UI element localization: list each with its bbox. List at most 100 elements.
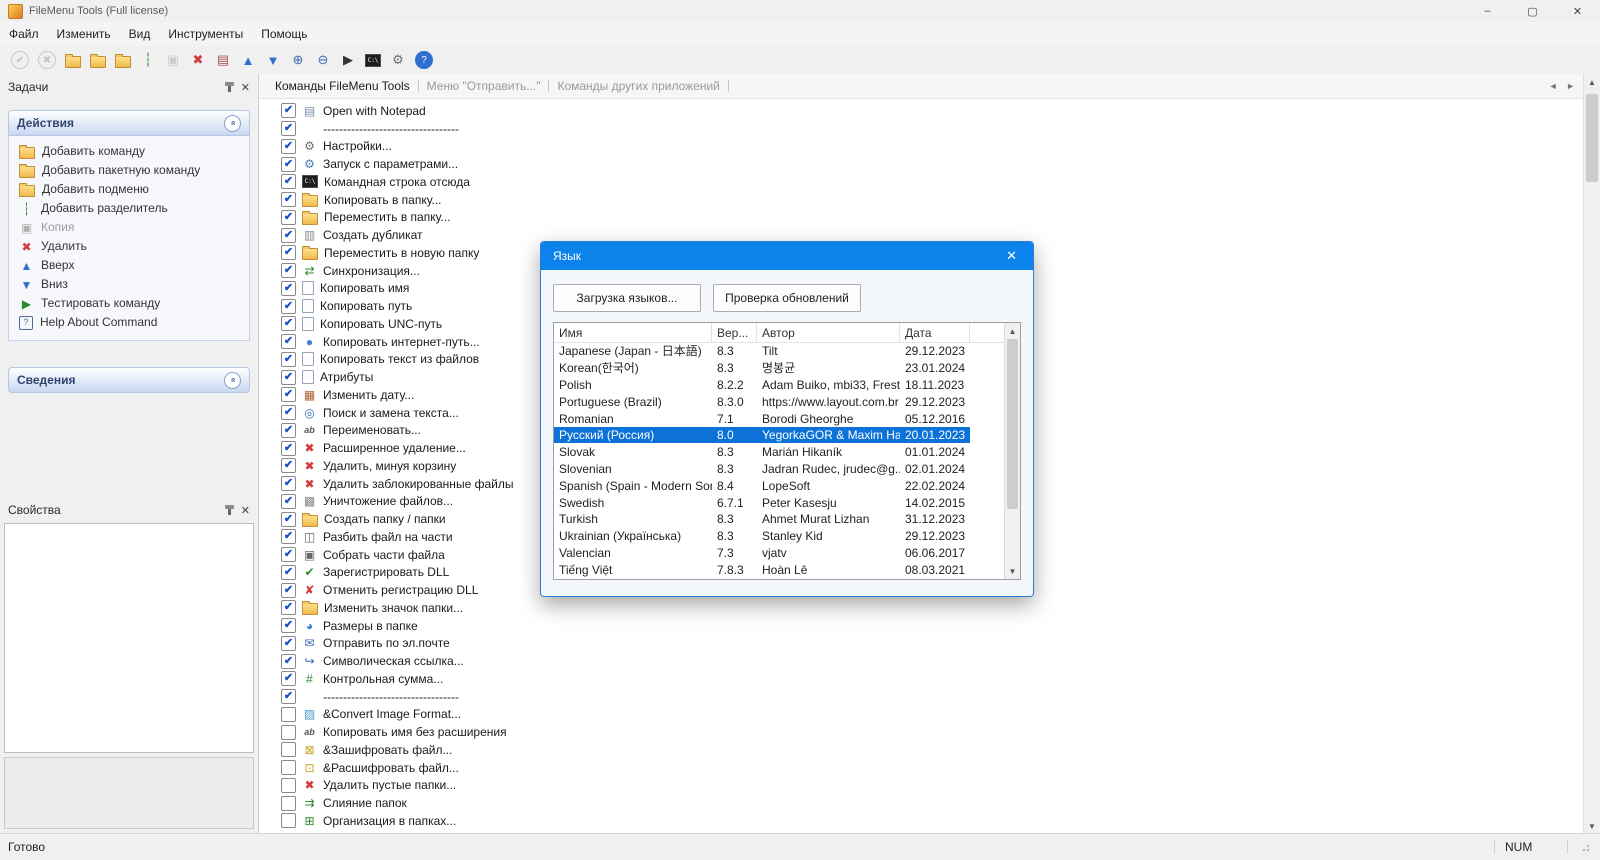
download-languages-button[interactable]: Загрузка языков... bbox=[553, 284, 701, 312]
language-row[interactable]: Japanese (Japan - 日本語) 8.3 Tilt 29.12.2023 bbox=[554, 343, 1020, 360]
add-command-icon[interactable] bbox=[62, 49, 84, 71]
pin-icon[interactable] bbox=[224, 81, 234, 92]
collapse-all-icon[interactable]: ⊖ bbox=[312, 49, 334, 71]
table-scrollbar[interactable]: ▲ ▼ bbox=[1004, 323, 1020, 579]
tree-item[interactable]: ✖ Удалить пустые папки... bbox=[281, 777, 1584, 795]
action-item[interactable]: ? Help About Command bbox=[9, 313, 249, 332]
tab-0[interactable]: Команды FileMenu Tools bbox=[267, 79, 418, 93]
language-row[interactable]: Korean(한국어) 8.3 명봉균 23.01.2024 bbox=[554, 360, 1020, 377]
language-row[interactable]: Valencian 7.3 vjatv 06.06.2017 bbox=[554, 545, 1020, 562]
actions-section-header[interactable]: Действия » bbox=[8, 110, 250, 136]
tree-item[interactable]: ✔ # Контрольная сумма... bbox=[281, 670, 1584, 688]
expand-all-icon[interactable]: ⊕ bbox=[287, 49, 309, 71]
menu-item[interactable]: Инструменты bbox=[159, 22, 252, 46]
language-row[interactable]: Turkish 8.3 Ahmet Murat Lizhan 31.12.2023 bbox=[554, 511, 1020, 528]
language-row[interactable]: Polish 8.2.2 Adam Buiko, mbi33, Fresta 18.1… bbox=[554, 377, 1020, 394]
column-header-name[interactable]: Имя bbox=[554, 323, 712, 342]
language-row[interactable]: Tiếng Việt 7.8.3 Hoàn Lê 08.03.2021 bbox=[554, 561, 1020, 578]
checkbox-checked[interactable]: ✔ bbox=[281, 263, 296, 279]
scrollbar-thumb[interactable] bbox=[1586, 94, 1598, 182]
close-button[interactable]: ✕ bbox=[1555, 0, 1600, 22]
action-item[interactable]: ┆ Добавить разделитель bbox=[9, 199, 249, 218]
add-batch-command-icon[interactable] bbox=[87, 49, 109, 71]
move-down-icon[interactable]: ▼ bbox=[262, 49, 284, 71]
checkbox-checked[interactable]: ✔ bbox=[281, 511, 296, 527]
resize-grip[interactable] bbox=[1582, 842, 1592, 852]
checkbox-checked[interactable]: ✔ bbox=[281, 618, 296, 634]
tree-item[interactable]: ▨ &Convert Image Format... bbox=[281, 706, 1584, 724]
language-row[interactable]: Romanian 7.1 Borodi Gheorghe 05.12.2016 bbox=[554, 410, 1020, 427]
checkbox-checked[interactable]: ✔ bbox=[281, 635, 296, 651]
tab-2[interactable]: Команды других приложений bbox=[549, 79, 727, 93]
tree-item[interactable]: ✔ ---------------------------------- bbox=[281, 120, 1584, 138]
checkbox-unchecked[interactable] bbox=[281, 760, 296, 776]
tree-item[interactable]: ✔ ✉ Отправить по эл.почте bbox=[281, 635, 1584, 653]
action-item[interactable]: ▲ Вверх bbox=[9, 256, 249, 275]
checkbox-unchecked[interactable] bbox=[281, 706, 296, 722]
tree-item[interactable]: ⊡ &Расшифровать файл... bbox=[281, 759, 1584, 777]
delete-icon[interactable]: ✖ bbox=[187, 49, 209, 71]
minimize-button[interactable]: – bbox=[1465, 0, 1510, 22]
tab-scroll-arrows[interactable]: ◄ ► bbox=[1549, 81, 1584, 91]
checkbox-checked[interactable]: ✔ bbox=[281, 440, 296, 456]
tree-item[interactable]: ✔ ⚙ Настройки... bbox=[281, 138, 1584, 156]
checkbox-checked[interactable]: ✔ bbox=[281, 121, 296, 137]
tree-item[interactable]: ✔ ▤ Open with Notepad bbox=[281, 102, 1584, 120]
run-command-icon[interactable]: ▶ bbox=[337, 49, 359, 71]
language-row[interactable]: Русский (Россия) 8.0 YegorkaGOR & Maxim Ha… bbox=[554, 427, 1020, 444]
tree-item[interactable]: ✔ Изменить значок папки... bbox=[281, 599, 1584, 617]
tree-item[interactable]: ✔ ⚙ Запуск с параметрами... bbox=[281, 155, 1584, 173]
tree-item[interactable]: ✔ ↪ Символическая ссылка... bbox=[281, 652, 1584, 670]
chevron-up-icon[interactable]: » bbox=[224, 114, 241, 132]
language-row[interactable]: Slovenian 8.3 Jadran Rudec, jrudec@g... 02.… bbox=[554, 461, 1020, 478]
checkbox-checked[interactable]: ✔ bbox=[281, 564, 296, 580]
checkbox-checked[interactable]: ✔ bbox=[281, 334, 296, 350]
checkbox-unchecked[interactable] bbox=[281, 813, 296, 829]
tree-item[interactable]: ✔ ---------------------------------- bbox=[281, 688, 1584, 706]
scroll-down-icon[interactable]: ▼ bbox=[1005, 563, 1020, 579]
scroll-up-icon[interactable]: ▲ bbox=[1584, 74, 1600, 90]
checkbox-checked[interactable]: ✔ bbox=[281, 209, 296, 225]
checkbox-checked[interactable]: ✔ bbox=[281, 192, 296, 208]
tree-item[interactable]: ✔ Переместить в папку... bbox=[281, 209, 1584, 227]
command-line-icon[interactable]: C:\ bbox=[362, 49, 384, 71]
checkbox-checked[interactable]: ✔ bbox=[281, 671, 296, 687]
close-panel-icon[interactable]: ✕ bbox=[241, 81, 250, 94]
tree-item[interactable]: ⇉ Слияние папок bbox=[281, 794, 1584, 812]
checkbox-unchecked[interactable] bbox=[281, 742, 296, 758]
help-icon[interactable]: ? bbox=[415, 51, 433, 69]
column-header-author[interactable]: Автор bbox=[757, 323, 900, 342]
checkbox-checked[interactable]: ✔ bbox=[281, 653, 296, 669]
checkbox-checked[interactable]: ✔ bbox=[281, 280, 296, 296]
language-row[interactable]: Swedish 6.7.1 Peter Kasesju 14.02.2015 bbox=[554, 494, 1020, 511]
add-submenu-icon[interactable] bbox=[112, 49, 134, 71]
action-item[interactable]: Добавить подменю bbox=[9, 180, 249, 199]
checkbox-checked[interactable]: ✔ bbox=[281, 103, 296, 119]
checkbox-checked[interactable]: ✔ bbox=[281, 600, 296, 616]
language-row[interactable]: Slovak 8.3 Marián Hikaník 01.01.2024 bbox=[554, 444, 1020, 461]
language-row[interactable]: Ukrainian (Українська) 8.3 Stanley Kid 29.1… bbox=[554, 528, 1020, 545]
menu-item[interactable]: Файл bbox=[0, 22, 48, 46]
action-item[interactable]: Добавить команду bbox=[9, 142, 249, 161]
tree-item[interactable]: ✔ ◕ Размеры в папке bbox=[281, 617, 1584, 635]
vertical-scrollbar[interactable]: ▲ ▼ bbox=[1583, 74, 1600, 834]
menu-item[interactable]: Помощь bbox=[252, 22, 316, 46]
checkbox-unchecked[interactable] bbox=[281, 777, 296, 793]
checkbox-checked[interactable]: ✔ bbox=[281, 458, 296, 474]
scrollbar-thumb[interactable] bbox=[1007, 339, 1018, 509]
scroll-down-icon[interactable]: ▼ bbox=[1584, 818, 1600, 834]
checkbox-checked[interactable]: ✔ bbox=[281, 529, 296, 545]
language-row[interactable]: Portuguese (Brazil) 8.3.0 https://www.layo… bbox=[554, 393, 1020, 410]
checkbox-checked[interactable]: ✔ bbox=[281, 351, 296, 367]
column-header-date[interactable]: Дата bbox=[900, 323, 970, 342]
details-section-header[interactable]: Сведения » bbox=[8, 367, 250, 393]
checkbox-checked[interactable]: ✔ bbox=[281, 245, 296, 261]
checkbox-checked[interactable]: ✔ bbox=[281, 298, 296, 314]
dialog-close-icon[interactable]: ✕ bbox=[1002, 248, 1021, 264]
check-updates-button[interactable]: Проверка обновлений bbox=[713, 284, 861, 312]
checkbox-checked[interactable]: ✔ bbox=[281, 138, 296, 154]
language-row[interactable]: Spanish (Spain - Modern Sort) 8.4 LopeSoft… bbox=[554, 477, 1020, 494]
menu-item[interactable]: Вид bbox=[120, 22, 160, 46]
validate-command-icon[interactable]: ▤ bbox=[212, 49, 234, 71]
move-up-icon[interactable]: ▲ bbox=[237, 49, 259, 71]
